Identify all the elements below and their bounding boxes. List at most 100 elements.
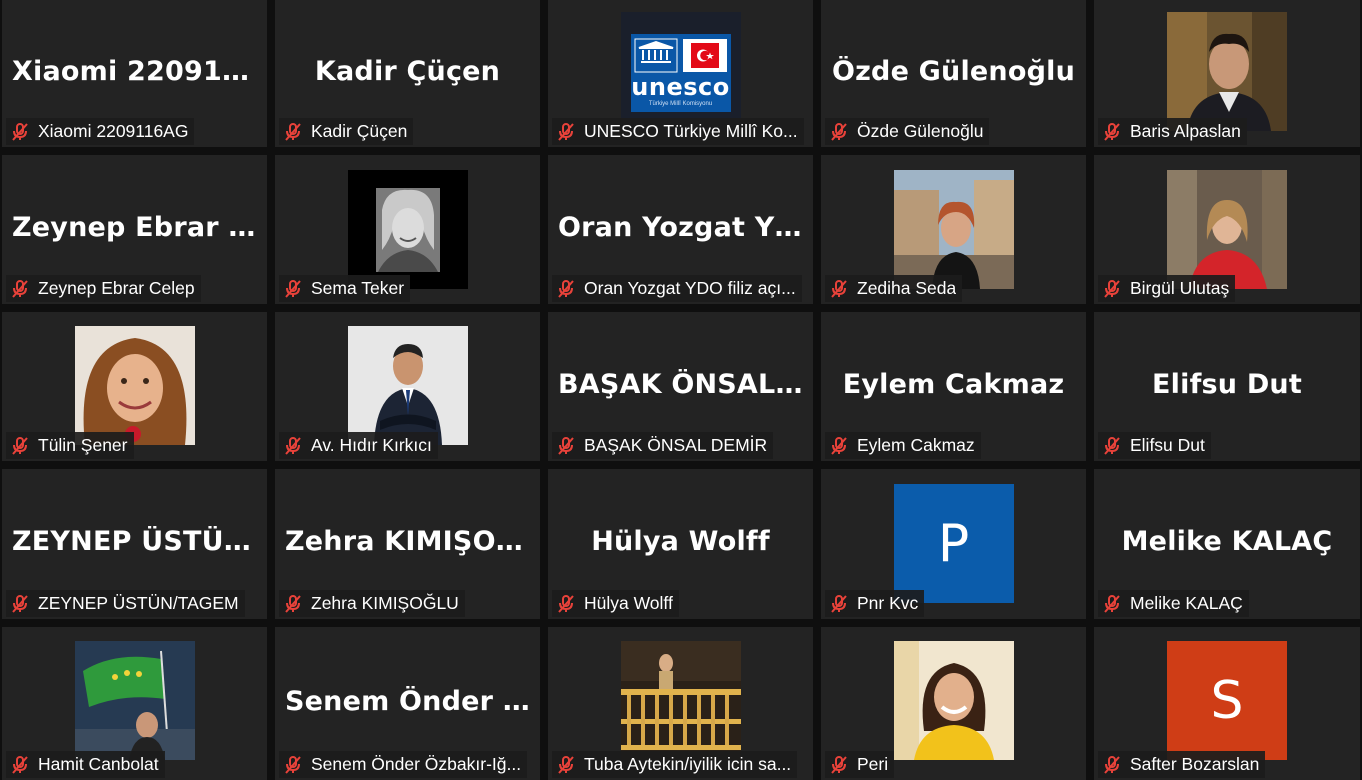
participant-display-name: Oran Yozgat YD... bbox=[558, 211, 813, 243]
participant-name: Baris Alpaslan bbox=[1130, 121, 1241, 141]
mic-muted-icon bbox=[12, 594, 28, 613]
participant-photo bbox=[74, 326, 195, 445]
participant-tile[interactable]: P Pnr Kvc bbox=[821, 469, 1086, 619]
participant-tile[interactable]: Av. Hıdır Kırkıcı bbox=[275, 312, 540, 461]
participant-label: Özde Gülenoğlu bbox=[825, 118, 990, 145]
participant-photo bbox=[1167, 12, 1287, 131]
participant-photo bbox=[347, 170, 468, 289]
participant-name: Melike KALAÇ bbox=[1130, 593, 1243, 613]
participant-display-name: Zehra KIMIŞOĞ... bbox=[285, 526, 540, 558]
mic-muted-icon bbox=[285, 755, 301, 774]
participant-tile[interactable]: unesco Türkiye Millî Komisyonu UNESCO Tü… bbox=[548, 0, 813, 147]
participant-name: ZEYNEP ÜSTÜN/TAGEM bbox=[38, 593, 239, 613]
participant-photo bbox=[893, 170, 1014, 289]
participant-label: Melike KALAÇ bbox=[1098, 590, 1249, 617]
participant-tile[interactable]: S Safter Bozarslan bbox=[1094, 627, 1360, 780]
mic-muted-icon bbox=[558, 755, 574, 774]
participant-label: Birgül Ulutaş bbox=[1098, 275, 1236, 302]
participant-label: Kadir Çüçen bbox=[279, 118, 414, 145]
participant-label: Sema Teker bbox=[279, 275, 411, 302]
participant-tile[interactable]: Tülin Şener bbox=[2, 312, 267, 461]
participant-tile[interactable]: Baris Alpaslan bbox=[1094, 0, 1360, 147]
participant-label: Tuba Aytekin/iyilik icin sa... bbox=[552, 751, 798, 778]
mic-muted-icon bbox=[831, 594, 847, 613]
participant-display-name: BAŞAK ÖNSAL... bbox=[558, 368, 807, 400]
participant-name: Eylem Cakmaz bbox=[857, 435, 975, 455]
participant-tile[interactable]: Eylem Cakmaz Eylem Cakmaz bbox=[821, 312, 1086, 461]
participant-name: Zeynep Ebrar Celep bbox=[38, 278, 195, 298]
participant-name: BAŞAK ÖNSAL DEMİR bbox=[584, 435, 768, 455]
participant-name: Zediha Seda bbox=[857, 278, 957, 298]
participant-tile[interactable]: Kadir Çüçen Kadir Çüçen bbox=[275, 0, 540, 147]
participant-label: Peri bbox=[825, 751, 895, 778]
participant-display-name: Melike KALAÇ bbox=[1121, 526, 1333, 558]
mic-muted-icon bbox=[831, 755, 847, 774]
participant-tile[interactable]: Xiaomi 220911... Xiaomi 2209116AG bbox=[2, 0, 267, 147]
unesco-logo-text: unesco bbox=[631, 73, 730, 101]
participant-label: Elifsu Dut bbox=[1098, 432, 1211, 459]
participant-display-name: Kadir Çüçen bbox=[314, 55, 501, 87]
mic-muted-icon bbox=[558, 279, 574, 298]
participant-name: Kadir Çüçen bbox=[311, 121, 408, 141]
participant-tile[interactable]: Oran Yozgat YD... Oran Yozgat YDO filiz … bbox=[548, 155, 813, 304]
participant-name: Pnr Kvc bbox=[857, 593, 919, 613]
participant-name: Xiaomi 2209116AG bbox=[38, 121, 189, 141]
participant-display-name: Zeynep Ebrar C... bbox=[12, 211, 267, 243]
participant-name: Senem Önder Özbakır-Iğ... bbox=[311, 754, 522, 774]
mic-muted-icon bbox=[831, 279, 847, 298]
participant-name: Av. Hıdır Kırkıcı bbox=[311, 435, 432, 455]
mic-muted-icon bbox=[1104, 594, 1120, 613]
mic-muted-icon bbox=[1104, 122, 1120, 141]
participant-tile[interactable]: Zehra KIMIŞOĞ... Zehra KIMIŞOĞLU bbox=[275, 469, 540, 619]
participant-label: Av. Hıdır Kırkıcı bbox=[279, 432, 438, 459]
participant-tile[interactable]: Senem Önder Ö... Senem Önder Özbakır-Iğ.… bbox=[275, 627, 540, 780]
mic-muted-icon bbox=[1104, 279, 1120, 298]
mic-muted-icon bbox=[12, 755, 28, 774]
participant-tile[interactable]: Elifsu Dut Elifsu Dut bbox=[1094, 312, 1360, 461]
participant-label: Pnr Kvc bbox=[825, 590, 925, 617]
participant-label: Hamit Canbolat bbox=[6, 751, 165, 778]
participant-tile[interactable]: Tuba Aytekin/iyilik icin sa... bbox=[548, 627, 813, 780]
participant-photo bbox=[74, 641, 195, 760]
participant-tile[interactable]: Hamit Canbolat bbox=[2, 627, 267, 780]
participant-label: Zeynep Ebrar Celep bbox=[6, 275, 201, 302]
mic-muted-icon bbox=[285, 122, 301, 141]
mic-muted-icon bbox=[558, 594, 574, 613]
participant-name: Hülya Wolff bbox=[584, 593, 673, 613]
participant-name: Safter Bozarslan bbox=[1130, 754, 1260, 774]
mic-muted-icon bbox=[831, 436, 847, 455]
participant-tile[interactable]: Zeynep Ebrar C... Zeynep Ebrar Celep bbox=[2, 155, 267, 304]
mic-muted-icon bbox=[558, 436, 574, 455]
participant-display-name: Elifsu Dut bbox=[1152, 368, 1302, 400]
participant-tile[interactable]: BAŞAK ÖNSAL... BAŞAK ÖNSAL DEMİR bbox=[548, 312, 813, 461]
participant-label: Zehra KIMIŞOĞLU bbox=[279, 590, 465, 617]
participant-tile[interactable]: Özde Gülenoğlu Özde Gülenoğlu bbox=[821, 0, 1086, 147]
participant-label: Safter Bozarslan bbox=[1098, 751, 1266, 778]
participant-name: Hamit Canbolat bbox=[38, 754, 159, 774]
participant-label: UNESCO Türkiye Millî Ko... bbox=[552, 118, 804, 145]
participant-tile[interactable]: Peri bbox=[821, 627, 1086, 780]
participant-label: ZEYNEP ÜSTÜN/TAGEM bbox=[6, 590, 245, 617]
participant-label: Eylem Cakmaz bbox=[825, 432, 981, 459]
participant-label: Senem Önder Özbakır-Iğ... bbox=[279, 751, 528, 778]
participant-tile[interactable]: ZEYNEP ÜSTÜN... ZEYNEP ÜSTÜN/TAGEM bbox=[2, 469, 267, 619]
participant-label: Xiaomi 2209116AG bbox=[6, 118, 195, 145]
participant-tile[interactable]: Hülya Wolff Hülya Wolff bbox=[548, 469, 813, 619]
participant-display-name: Senem Önder Ö... bbox=[285, 685, 540, 717]
participant-tile[interactable]: Melike KALAÇ Melike KALAÇ bbox=[1094, 469, 1360, 619]
unesco-logo-subtext: Türkiye Millî Komisyonu bbox=[648, 101, 713, 107]
participant-name: UNESCO Türkiye Millî Ko... bbox=[584, 121, 798, 141]
participant-grid: Xiaomi 220911... Xiaomi 2209116AG Kadir … bbox=[0, 0, 1362, 780]
mic-muted-icon bbox=[12, 279, 28, 298]
participant-label: BAŞAK ÖNSAL DEMİR bbox=[552, 432, 774, 459]
mic-muted-icon bbox=[558, 122, 574, 141]
mic-muted-icon bbox=[285, 594, 301, 613]
participant-tile[interactable]: Sema Teker bbox=[275, 155, 540, 304]
participant-photo bbox=[620, 641, 741, 760]
participant-name: Tuba Aytekin/iyilik icin sa... bbox=[584, 754, 792, 774]
participant-photo bbox=[347, 326, 468, 445]
participant-tile[interactable]: Zediha Seda bbox=[821, 155, 1086, 304]
participant-tile[interactable]: Birgül Ulutaş bbox=[1094, 155, 1360, 304]
participant-label: Tülin Şener bbox=[6, 432, 134, 459]
participant-name: Zehra KIMIŞOĞLU bbox=[311, 593, 459, 613]
